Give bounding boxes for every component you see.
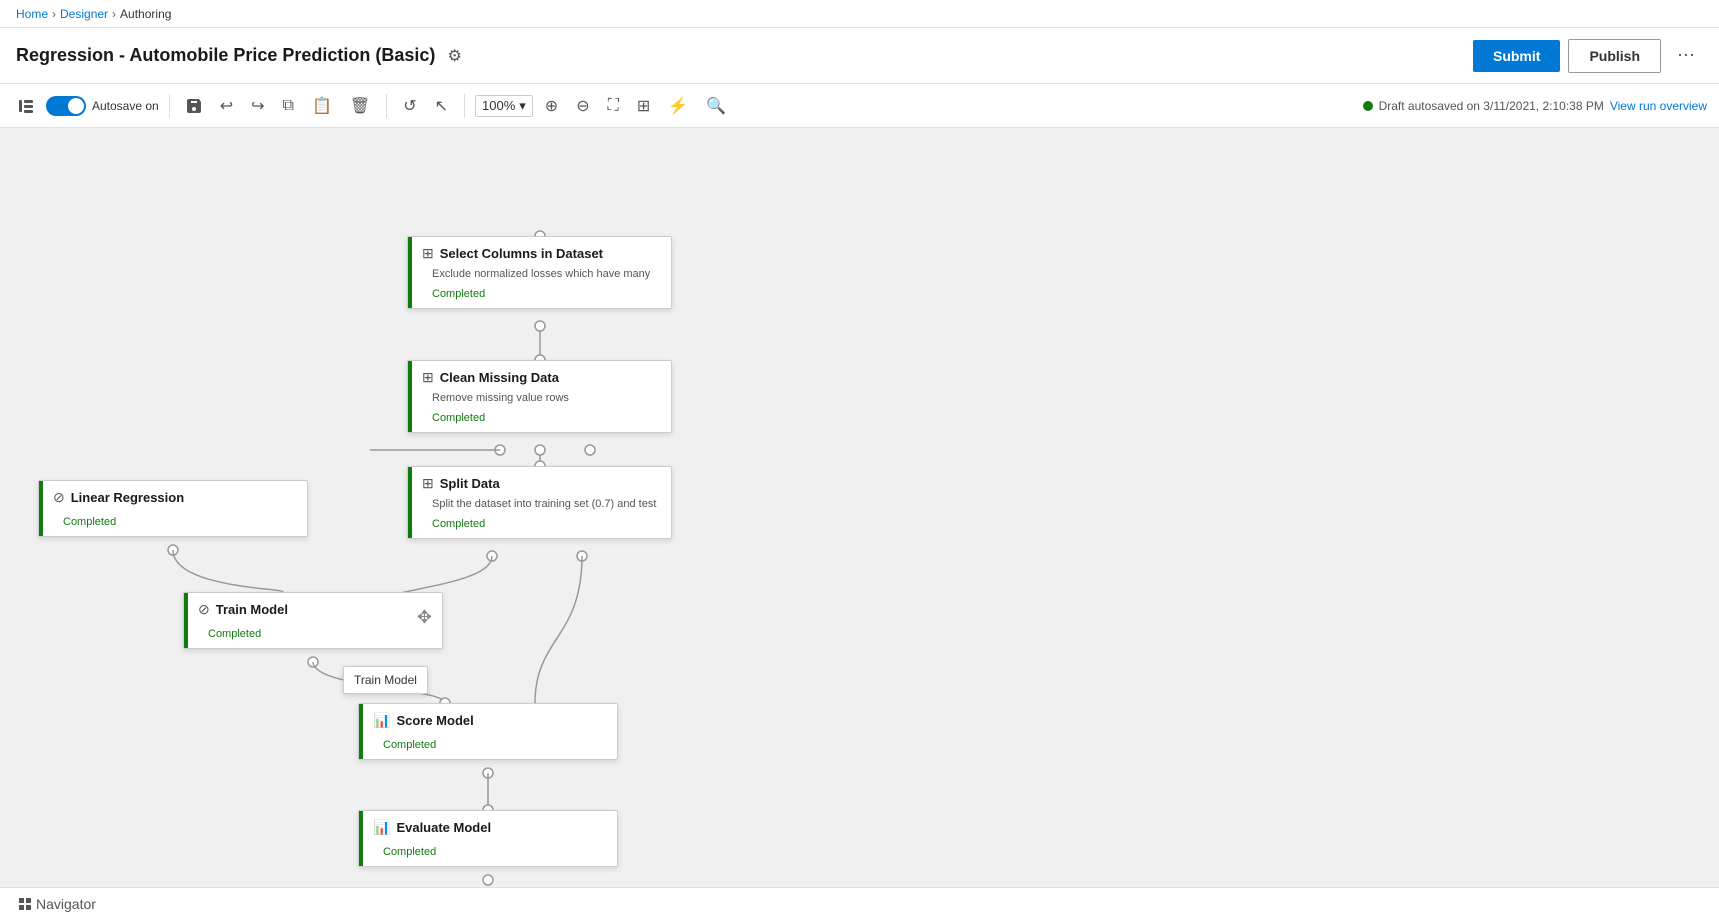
node-linear-regression[interactable]: ⊘ Linear Regression Completed (38, 480, 308, 537)
node-clean-missing-header: ⊞ Clean Missing Data (408, 361, 671, 392)
bottom-bar: Navigator (0, 887, 1719, 919)
node-evaluate-model-title: Evaluate Model (396, 820, 491, 835)
more-button[interactable]: ⋯ (1669, 41, 1703, 70)
zoom-value: 100% (482, 98, 515, 113)
submit-button[interactable]: Submit (1473, 40, 1560, 72)
node-clean-missing-status: Completed (408, 408, 671, 432)
node-evaluate-model[interactable]: 📊 Evaluate Model Completed (358, 810, 618, 867)
node-select-columns[interactable]: ⊞ Select Columns in Dataset Exclude norm… (407, 236, 672, 309)
toolbar-divider3 (464, 94, 465, 118)
node-evaluate-model-status: Completed (359, 842, 617, 866)
node-evaluate-model-icon: 📊 (373, 819, 390, 836)
title-bar: Regression - Automobile Price Prediction… (0, 28, 1719, 84)
node-clean-missing-title: Clean Missing Data (440, 370, 559, 385)
breadcrumb-home[interactable]: Home (16, 7, 48, 21)
fit-view-button[interactable]: ⛶ (602, 93, 625, 119)
refresh-button[interactable]: ↺ (397, 92, 422, 120)
sidebar-toggle-button[interactable] (12, 94, 40, 118)
node-clean-missing[interactable]: ⊞ Clean Missing Data Remove missing valu… (407, 360, 672, 433)
zoom-in-button[interactable]: ⊕ (539, 92, 564, 120)
node-linear-regression-title: Linear Regression (71, 490, 184, 505)
search-button[interactable]: 🔍 (700, 92, 732, 120)
node-split-data-icon: ⊞ (422, 475, 434, 492)
node-split-data-header: ⊞ Split Data (408, 467, 671, 498)
node-linear-regression-icon: ⊘ (53, 489, 65, 506)
node-train-model-header: ⊘ Train Model (184, 593, 442, 624)
node-split-data-desc: Split the dataset into training set (0.7… (408, 498, 671, 514)
node-evaluate-model-header: 📊 Evaluate Model (359, 811, 617, 842)
toolbar-left: Autosave on ↩ ↪ ⧉ 📋 🗑 ↺ ↖ 100% ▾ ⊕ ⊖ (12, 92, 732, 120)
breadcrumb-designer[interactable]: Designer (60, 7, 108, 21)
settings-button[interactable]: ⚙ (443, 42, 465, 70)
node-split-data-status: Completed (408, 514, 671, 538)
select-button[interactable]: ↖ (429, 92, 454, 120)
autosave-info: Draft autosaved on 3/11/2021, 2:10:38 PM (1363, 99, 1604, 113)
delete-button[interactable]: 🗑 (344, 92, 376, 120)
paste-button[interactable]: 📋 (306, 92, 338, 120)
title-right: Submit Publish ⋯ (1473, 39, 1703, 73)
toolbar-divider1 (169, 94, 170, 118)
autosave-toggle[interactable]: Autosave on (46, 96, 159, 116)
node-select-columns-icon: ⊞ (422, 245, 434, 262)
breadcrumb-current: Authoring (120, 7, 171, 21)
autosave-label: Autosave on (92, 99, 159, 113)
node-train-model[interactable]: ⊘ Train Model Completed ✥ (183, 592, 443, 649)
save-button[interactable] (180, 94, 208, 118)
breadcrumb-sep2: › (112, 7, 116, 21)
canvas-area[interactable]: ⊞ Select Columns in Dataset Exclude norm… (0, 128, 1719, 919)
autosave-text: Draft autosaved on 3/11/2021, 2:10:38 PM (1379, 99, 1604, 113)
node-train-model-status: Completed (184, 624, 442, 648)
zoom-selector[interactable]: 100% ▾ (475, 95, 533, 117)
node-split-data-title: Split Data (440, 476, 500, 491)
node-linear-regression-status: Completed (39, 512, 307, 536)
node-score-model-icon: 📊 (373, 712, 390, 729)
node-score-model[interactable]: 📊 Score Model Completed (358, 703, 618, 760)
redo-button[interactable]: ↪ (245, 92, 270, 120)
view-run-link[interactable]: View run overview (1610, 99, 1707, 113)
node-clean-missing-desc: Remove missing value rows (408, 392, 671, 408)
breadcrumb-bar: Home › Designer › Authoring (0, 0, 1719, 28)
page-title: Regression - Automobile Price Prediction… (16, 45, 435, 66)
node-select-columns-title: Select Columns in Dataset (440, 246, 603, 261)
toolbar: Autosave on ↩ ↪ ⧉ 📋 🗑 ↺ ↖ 100% ▾ ⊕ ⊖ (0, 84, 1719, 128)
drag-handle[interactable]: ✥ (417, 607, 432, 628)
train-model-tooltip: Train Model (343, 666, 428, 694)
node-score-model-title: Score Model (396, 713, 473, 728)
breadcrumb-sep1: › (52, 7, 56, 21)
toolbar-divider2 (386, 94, 387, 118)
node-train-model-title: Train Model (216, 602, 288, 617)
node-select-columns-header: ⊞ Select Columns in Dataset (408, 237, 671, 268)
node-score-model-header: 📊 Score Model (359, 704, 617, 735)
node-select-columns-desc: Exclude normalized losses which have man… (408, 268, 671, 284)
zoom-out-button[interactable]: ⊖ (570, 92, 595, 120)
node-split-data[interactable]: ⊞ Split Data Split the dataset into trai… (407, 466, 672, 539)
toolbar-right: Draft autosaved on 3/11/2021, 2:10:38 PM… (1363, 99, 1707, 113)
toggle-switch-control[interactable] (46, 96, 86, 116)
node-score-model-status: Completed (359, 735, 617, 759)
title-left: Regression - Automobile Price Prediction… (16, 42, 466, 70)
copy-button[interactable]: ⧉ (277, 93, 300, 119)
node-train-model-icon: ⊘ (198, 601, 210, 618)
canvas-settings-button[interactable]: ⚡ (662, 92, 694, 120)
undo-button[interactable]: ↩ (214, 92, 239, 120)
node-select-columns-status: Completed (408, 284, 671, 308)
autosave-dot (1363, 101, 1373, 111)
node-clean-missing-icon: ⊞ (422, 369, 434, 386)
publish-button[interactable]: Publish (1568, 39, 1661, 73)
node-linear-regression-header: ⊘ Linear Regression (39, 481, 307, 512)
navigator-button[interactable]: Navigator (12, 894, 102, 914)
grid-button[interactable]: ⊞ (631, 92, 656, 120)
